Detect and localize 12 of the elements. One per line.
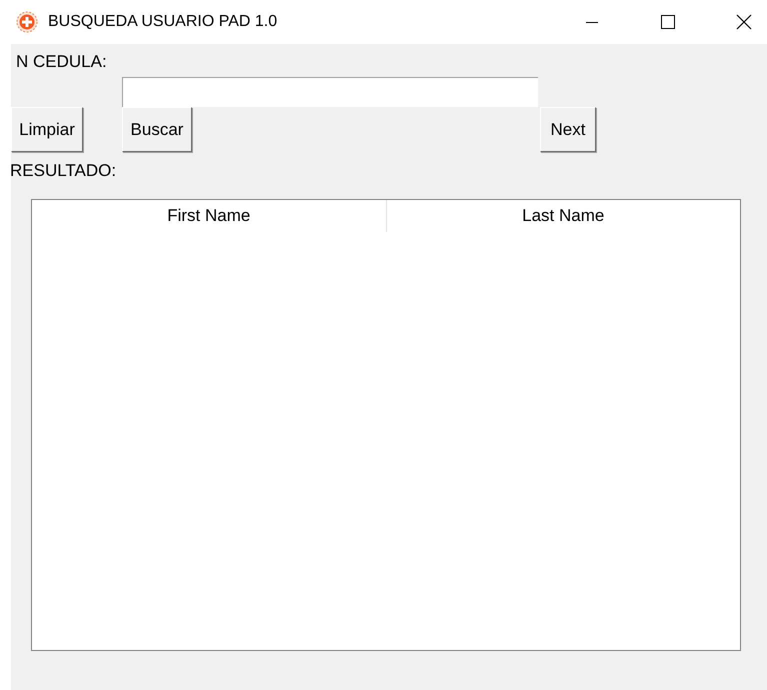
- cedula-input-field[interactable]: [122, 77, 538, 107]
- app-icon: [16, 11, 38, 33]
- next-button[interactable]: Next: [540, 107, 596, 152]
- column-header[interactable]: Last Name: [386, 200, 740, 232]
- maximize-icon[interactable]: [660, 14, 676, 30]
- cedula-label: N CEDULA:: [16, 52, 107, 72]
- clear-button[interactable]: Limpiar: [11, 107, 83, 152]
- column-header[interactable]: First Name: [32, 200, 386, 232]
- close-icon[interactable]: [736, 14, 752, 30]
- window-title: BUSQUEDA USUARIO PAD 1.0: [48, 13, 278, 31]
- result-label: RESULTADO:: [10, 161, 116, 181]
- search-button[interactable]: Buscar: [122, 107, 192, 152]
